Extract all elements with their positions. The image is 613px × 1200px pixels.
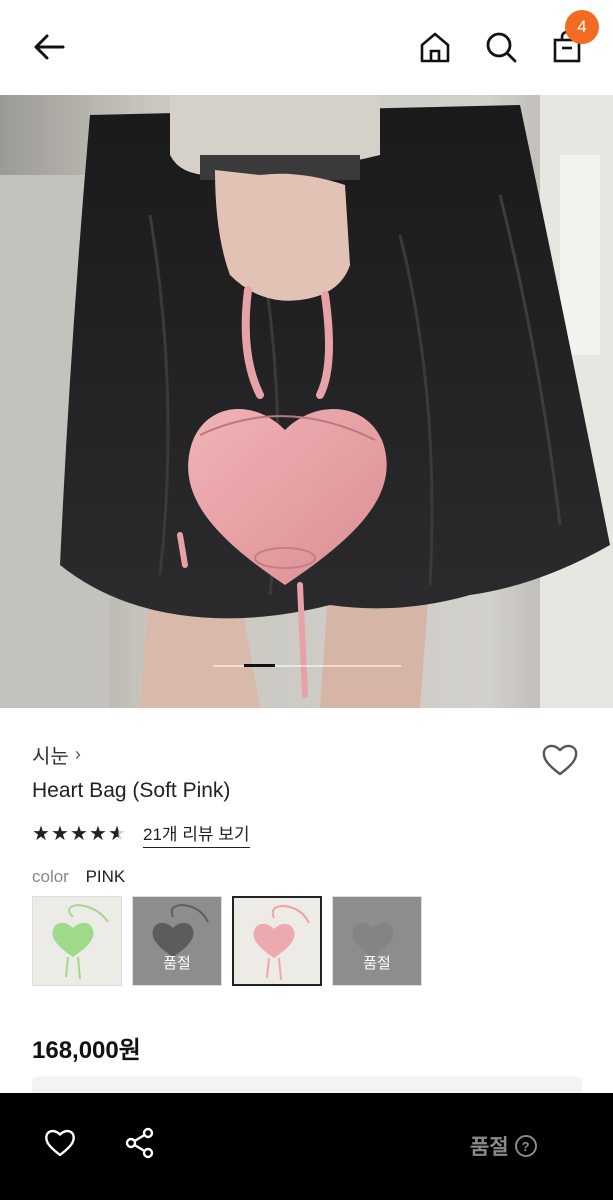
sold-out-overlay: 품절 [333,897,421,985]
product-photo [0,95,613,708]
search-icon [486,32,517,63]
bottom-action-bar: 품절 ? [0,1093,613,1200]
cart-count-badge: 4 [565,10,599,44]
heart-icon [542,744,578,776]
star-icon: ★ [89,823,107,845]
review-link[interactable]: 21개 리뷰 보기 [143,820,250,848]
wishlist-button[interactable] [538,738,582,782]
top-app-bar: 4 [0,0,613,95]
heart-icon [45,1129,75,1157]
color-value: PINK [85,867,126,886]
carousel-indicator-active [244,664,275,667]
pink-bag-thumbnail [253,904,310,981]
bottom-wishlist-button[interactable] [40,1123,80,1163]
sold-out-status[interactable]: 품절 ? [470,1131,537,1161]
product-title: Heart Bag (Soft Pink) [32,779,231,802]
sold-out-label: 품절 [470,1136,509,1159]
color-selection-label: color PINK [32,867,125,887]
color-swatches: 품절 품절 [32,896,422,986]
sold-out-overlay: 품절 [133,897,221,985]
rating-row: ★ ★ ★ ★ ★ 21개 리뷰 보기 [32,820,250,848]
star-icon: ★ [70,823,88,845]
share-icon [125,1127,154,1159]
home-icon [420,32,450,63]
chevron-right-icon: › [74,744,81,764]
back-arrow-icon [34,34,65,60]
search-button[interactable] [476,22,526,72]
star-icon: ★ [51,823,69,845]
share-button[interactable] [120,1123,160,1163]
home-button[interactable] [410,22,460,72]
brand-link[interactable]: 시눈 › [32,740,81,769]
color-label: color [32,867,69,886]
swatch-green[interactable] [32,896,122,986]
star-half-icon: ★ [108,823,126,845]
swatch-pink[interactable] [232,896,322,986]
star-icon: ★ [32,823,50,845]
swatch-gray[interactable]: 품절 [332,896,422,986]
carousel-indicator [213,664,401,667]
green-bag-thumbnail [52,903,109,980]
product-price: 168,000원 [32,1037,141,1064]
swatch-black[interactable]: 품절 [132,896,222,986]
product-image-carousel[interactable] [0,95,613,708]
back-button[interactable] [24,22,74,72]
question-icon[interactable]: ? [514,1135,537,1157]
brand-name: 시눈 [32,746,69,768]
